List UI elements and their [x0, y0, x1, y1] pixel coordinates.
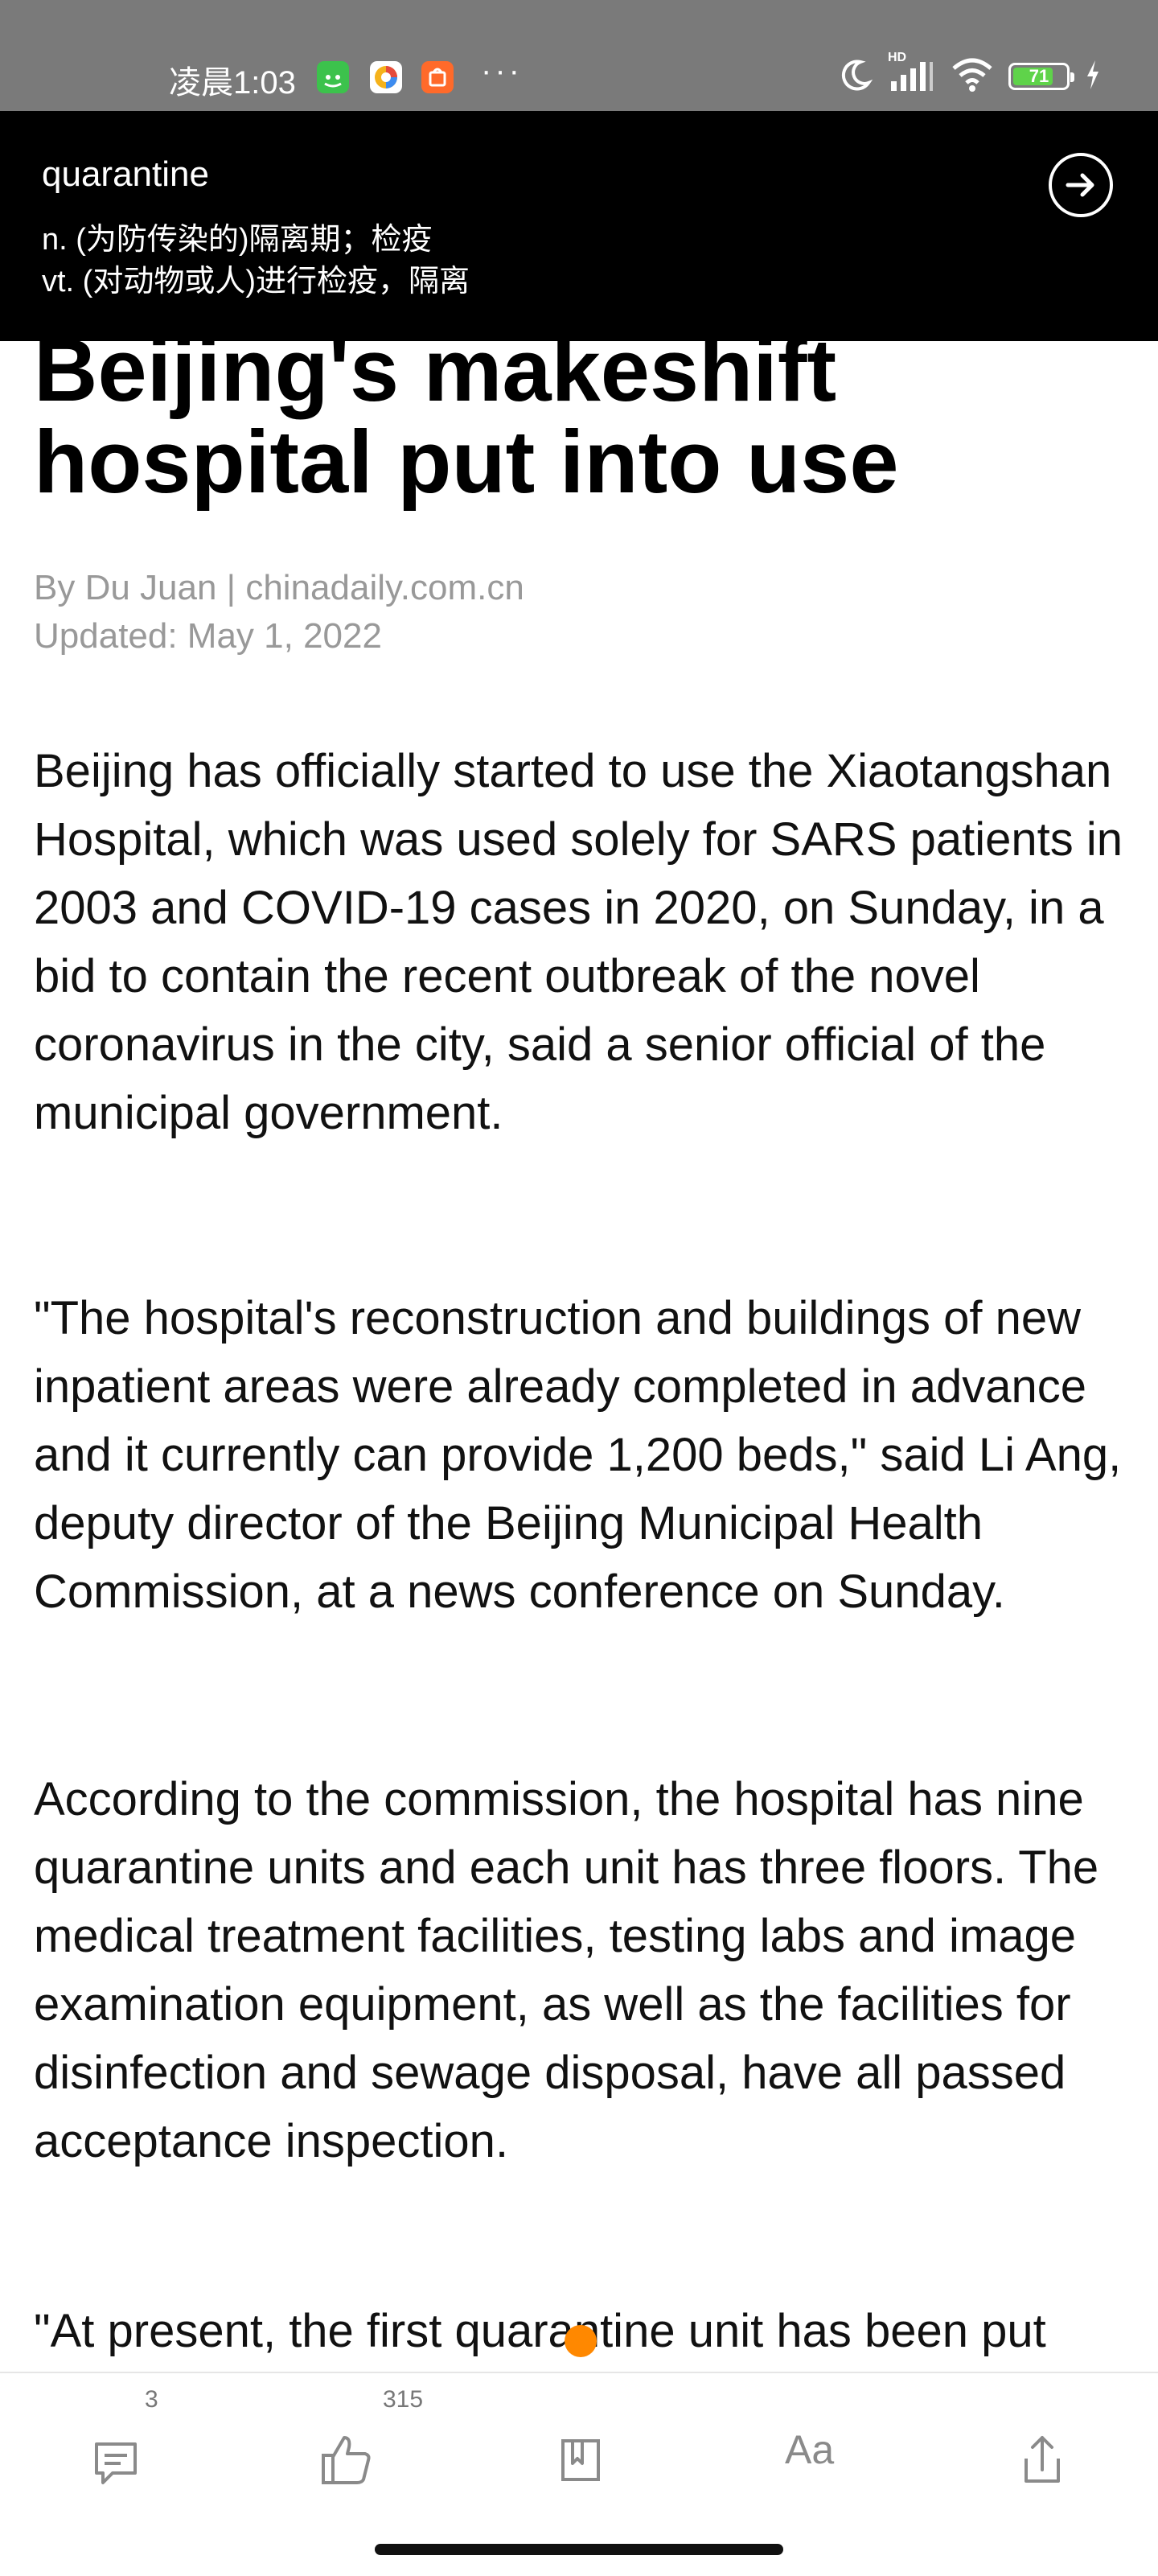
- article-paragraph: According to the commission, the hospita…: [34, 1773, 1099, 2167]
- share-button[interactable]: [994, 2413, 1090, 2502]
- battery-icon: 71: [1008, 63, 1074, 90]
- reading-position-marker[interactable]: [565, 2325, 597, 2357]
- article-updated-date: Updated: May 1, 2022: [34, 616, 382, 656]
- moon-icon: [838, 57, 873, 97]
- bookmark-icon: [561, 2439, 600, 2481]
- share-icon: [1025, 2436, 1060, 2483]
- dictionary-definition-verb: vt. (对动物或人)进行检疫，隔离: [42, 265, 470, 298]
- more-notifications-icon: ···: [481, 53, 523, 88]
- wifi-icon: [951, 57, 994, 97]
- charging-icon: [1084, 59, 1102, 95]
- comment-button[interactable]: [68, 2413, 164, 2502]
- article-headline: Beijing's makeshift hospital put into us…: [34, 321, 899, 512]
- article-paragraph: "The hospital's reconstruction and build…: [34, 1292, 1122, 1618]
- android-app-icon: [317, 61, 349, 93]
- like-button[interactable]: [298, 2413, 394, 2502]
- browser-app-icon: [370, 61, 402, 93]
- dictionary-popup[interactable]: quarantine n. (为防传染的)隔离期；检疫 vt. (对动物或人)进…: [0, 111, 1158, 341]
- status-bar: 凌晨1:03 ··· HD 71: [0, 0, 1158, 111]
- like-count: 315: [383, 2386, 424, 2413]
- comment-count: 3: [145, 2386, 158, 2413]
- thumbs-up-icon: [322, 2436, 371, 2484]
- dictionary-word: quarantine: [42, 154, 209, 194]
- battery-level: 71: [1029, 66, 1049, 86]
- status-time: 凌晨1:03: [169, 65, 296, 101]
- shopping-app-icon: [421, 61, 454, 93]
- dictionary-definition-noun: n. (为防传染的)隔离期；检疫: [42, 223, 433, 257]
- signal-icon: HD: [888, 51, 936, 97]
- font-size-button[interactable]: Aa: [785, 2426, 834, 2473]
- comment-icon: [95, 2442, 137, 2484]
- article-paragraph: Beijing has officially started to use th…: [34, 745, 1123, 1139]
- article-byline: By Du Juan | chinadaily.com.cn: [34, 568, 524, 607]
- open-dictionary-button[interactable]: [1049, 153, 1113, 217]
- bookmark-button[interactable]: [531, 2413, 627, 2502]
- hd-label: HD: [888, 50, 907, 64]
- home-indicator[interactable]: [375, 2544, 783, 2555]
- arrow-right-icon: [1066, 173, 1094, 197]
